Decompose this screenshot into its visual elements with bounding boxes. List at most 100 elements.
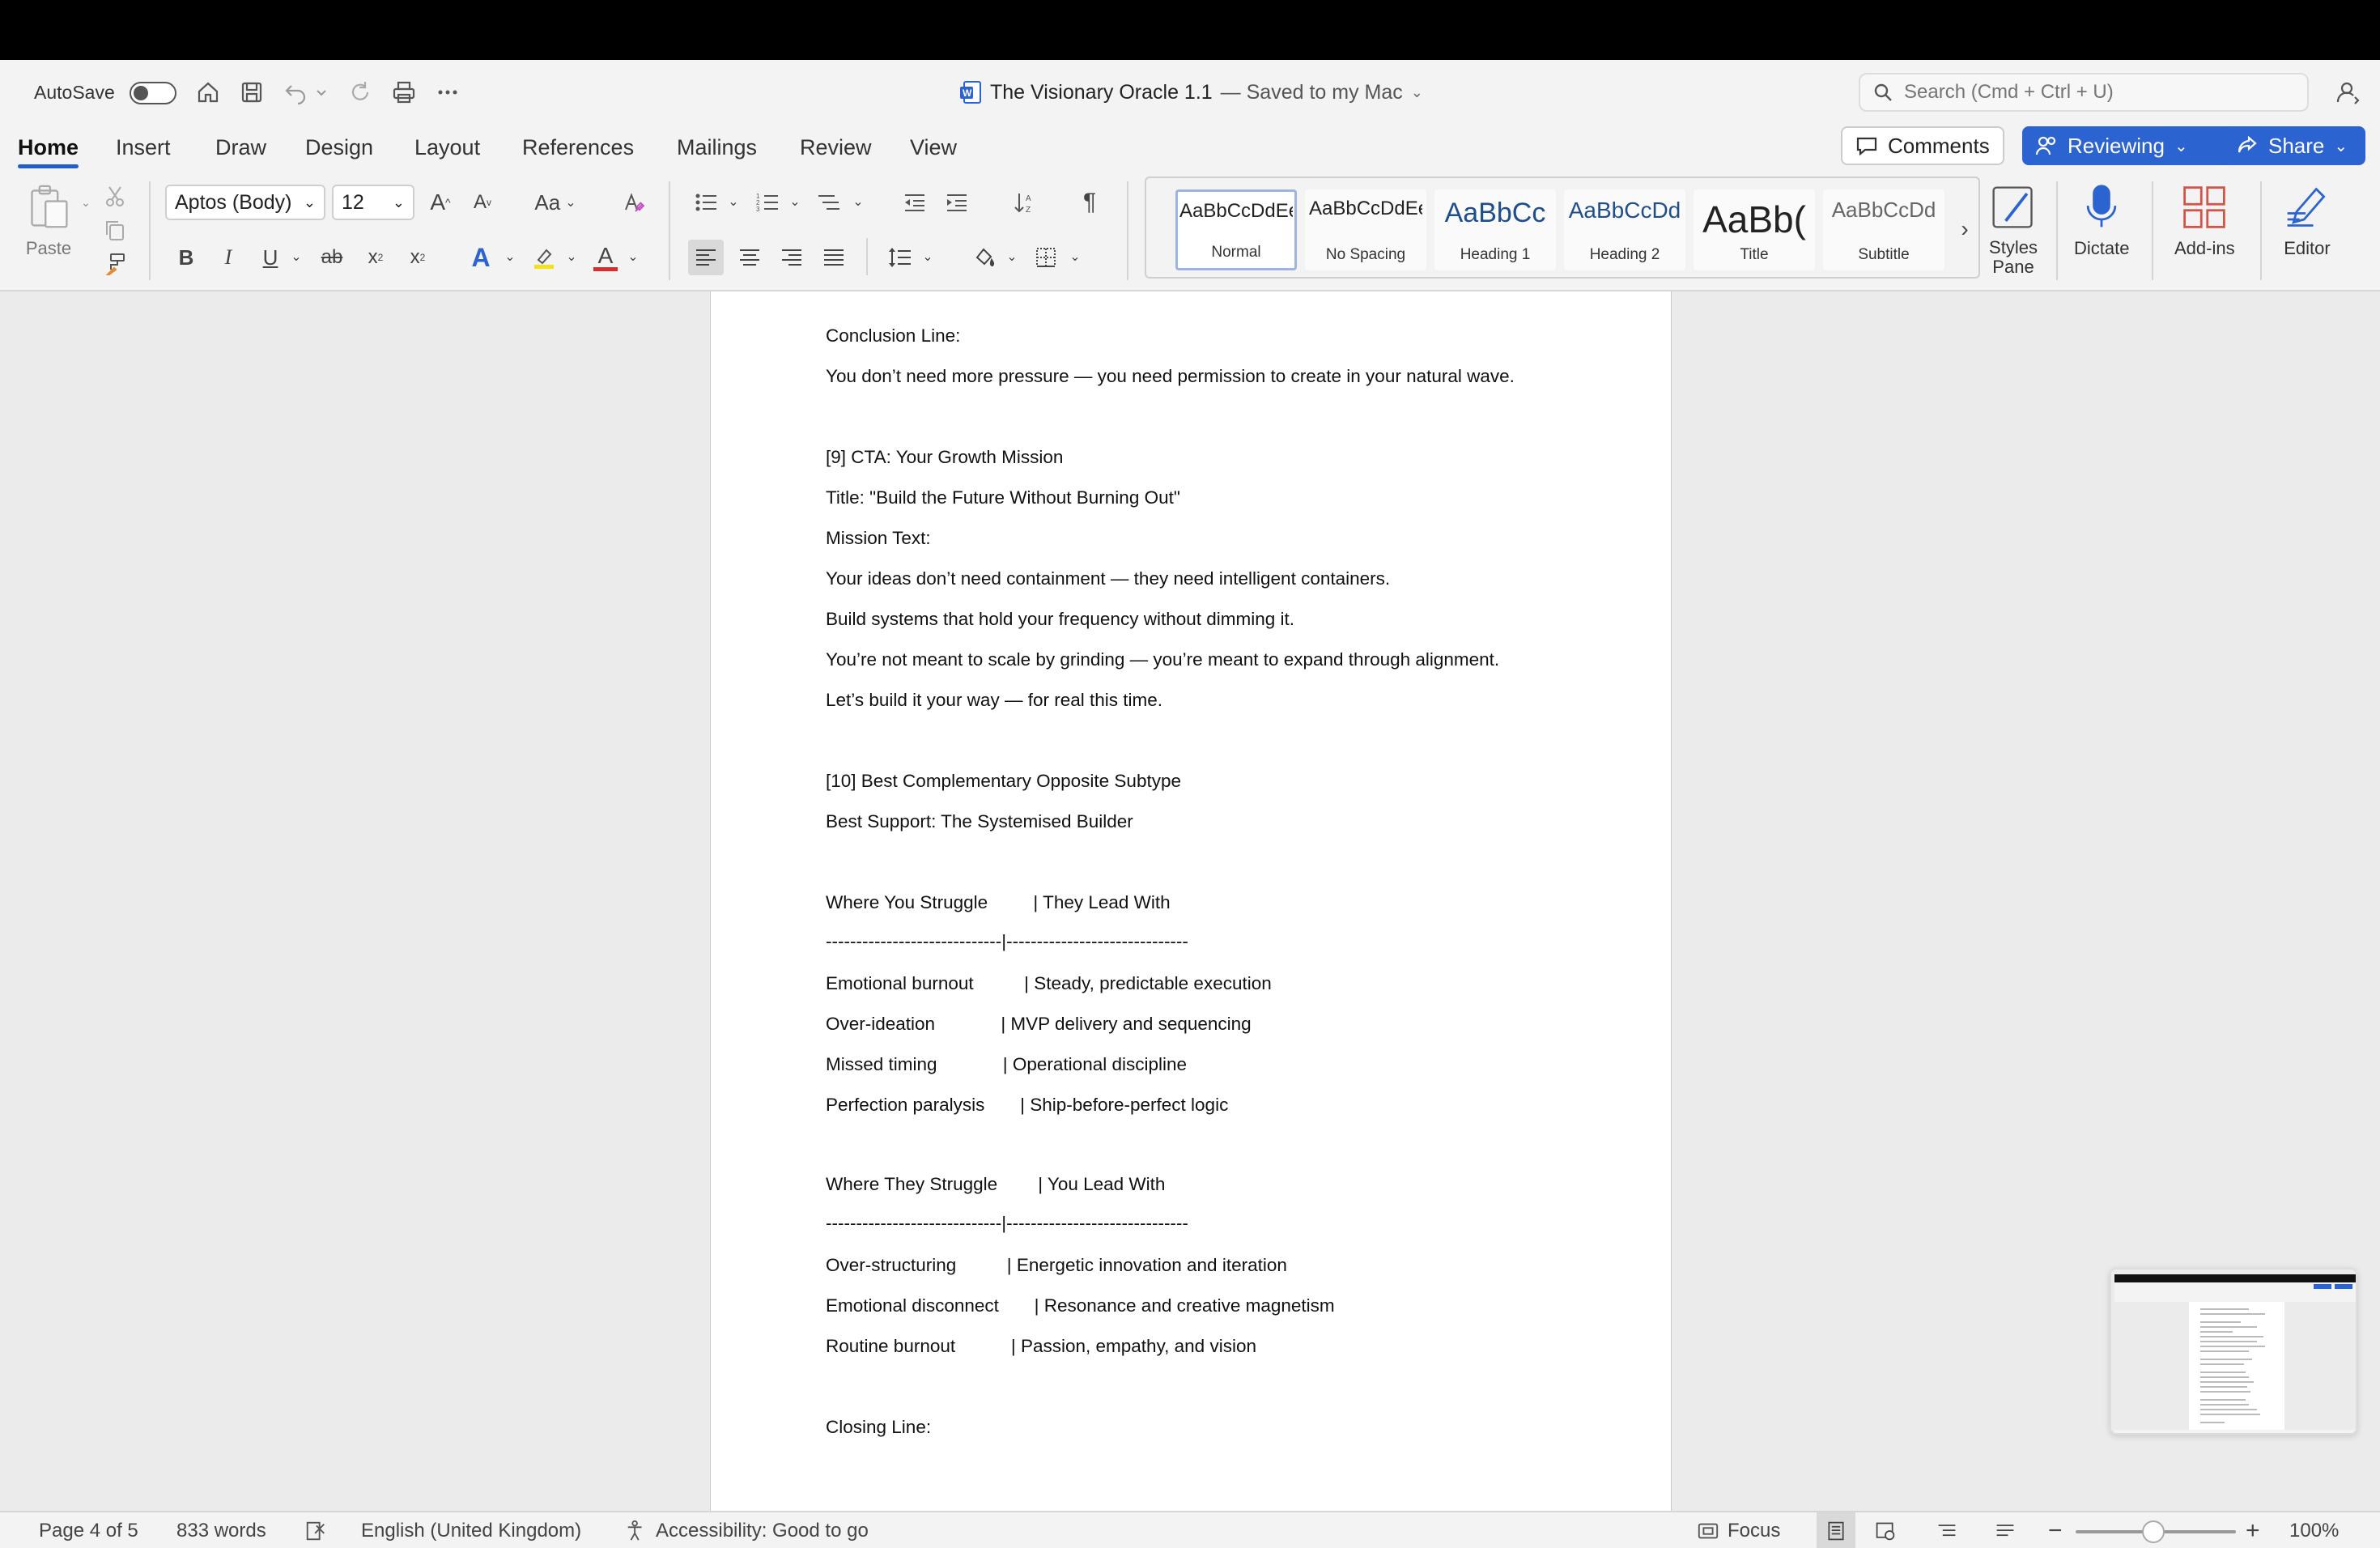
- numbering-icon[interactable]: 123: [751, 185, 784, 220]
- document-line[interactable]: Emotional disconnect | Resonance and cre…: [826, 1295, 1335, 1316]
- document-line[interactable]: -----------------------------|----------…: [826, 931, 1188, 952]
- align-left-button[interactable]: [688, 240, 724, 275]
- document-canvas[interactable]: Conclusion Line: You don’t need more pre…: [0, 291, 2380, 1511]
- bullets-icon[interactable]: [690, 185, 722, 220]
- search-box[interactable]: [1859, 73, 2309, 112]
- document-line[interactable]: Where They Struggle | You Lead With: [826, 1174, 1165, 1195]
- show-formatting-marks-icon[interactable]: ¶: [1072, 185, 1107, 220]
- format-painter-icon[interactable]: [100, 249, 130, 279]
- tab-review[interactable]: Review: [800, 125, 872, 170]
- text-effects-dropdown-icon[interactable]: ⌄: [502, 245, 518, 269]
- undo-dropdown-icon[interactable]: [312, 60, 330, 125]
- grow-font-icon[interactable]: A ^: [424, 185, 457, 220]
- zoom-out-button[interactable]: −: [2048, 1512, 2063, 1548]
- print-icon[interactable]: [387, 60, 421, 125]
- document-line[interactable]: [9] CTA: Your Growth Mission: [826, 447, 1063, 468]
- line-spacing-icon[interactable]: [882, 240, 918, 275]
- shrink-font-icon[interactable]: Av: [466, 185, 499, 220]
- tab-design[interactable]: Design: [305, 125, 373, 170]
- text-effects-icon[interactable]: A: [463, 240, 499, 275]
- dictate-button[interactable]: Dictate: [2074, 181, 2129, 259]
- document-line[interactable]: Routine burnout | Passion, empathy, and …: [826, 1336, 1256, 1357]
- screenshot-thumbnail[interactable]: [2110, 1268, 2357, 1435]
- document-line[interactable]: Perfection paralysis | Ship-before-perfe…: [826, 1095, 1228, 1116]
- zoom-level[interactable]: 100%: [2289, 1512, 2339, 1548]
- highlight-dropdown-icon[interactable]: ⌄: [563, 245, 580, 269]
- font-color-dropdown-icon[interactable]: ⌄: [625, 245, 641, 269]
- underline-dropdown-icon[interactable]: ⌄: [288, 245, 304, 269]
- redo-icon[interactable]: [343, 60, 377, 125]
- document-line[interactable]: You’re not meant to scale by grinding — …: [826, 649, 1499, 670]
- numbering-dropdown-icon[interactable]: ⌄: [787, 189, 803, 214]
- autosave-toggle[interactable]: [130, 82, 176, 104]
- document-line[interactable]: Title: "Build the Future Without Burning…: [826, 487, 1180, 508]
- shading-dropdown-icon[interactable]: ⌄: [1004, 245, 1020, 269]
- search-input[interactable]: [1904, 81, 2284, 104]
- style-heading-1[interactable]: AaBbCc Heading 1: [1434, 189, 1556, 270]
- language-indicator[interactable]: English (United Kingdom): [361, 1512, 581, 1548]
- web-layout-view-icon[interactable]: [1875, 1512, 1896, 1548]
- document-line[interactable]: Best Support: The Systemised Builder: [826, 811, 1133, 832]
- sort-icon[interactable]: AZ: [1007, 185, 1043, 220]
- decrease-indent-icon[interactable]: [899, 185, 931, 220]
- subscript-button[interactable]: x2: [359, 240, 392, 275]
- clear-formatting-icon[interactable]: [615, 185, 651, 220]
- more-options-icon[interactable]: [431, 60, 465, 125]
- document-line[interactable]: Over-ideation | MVP delivery and sequenc…: [826, 1014, 1252, 1035]
- document-line[interactable]: Over-structuring | Energetic innovation …: [826, 1255, 1287, 1276]
- draft-view-icon[interactable]: [1995, 1512, 2016, 1548]
- font-name-dropdown[interactable]: Aptos (Body) ⌄: [165, 185, 325, 220]
- borders-dropdown-icon[interactable]: ⌄: [1067, 245, 1083, 269]
- document-line[interactable]: You don’t need more pressure — you need …: [826, 366, 1515, 387]
- undo-icon[interactable]: [278, 60, 312, 125]
- paste-button[interactable]: Paste: [23, 181, 74, 259]
- styles-gallery-next-icon[interactable]: ›: [1953, 209, 1977, 249]
- copy-icon[interactable]: [100, 215, 130, 245]
- document-title[interactable]: W The Visionary Oracle 1.1 — Saved to my…: [959, 60, 1423, 125]
- strikethrough-button[interactable]: ab: [314, 240, 350, 275]
- comments-button[interactable]: Comments: [1841, 126, 2004, 165]
- document-line[interactable]: [10] Best Complementary Opposite Subtype: [826, 771, 1181, 792]
- style-title[interactable]: AaBb( Title: [1694, 189, 1815, 270]
- multilevel-dropdown-icon[interactable]: ⌄: [850, 189, 866, 214]
- justify-button[interactable]: [816, 240, 852, 275]
- cut-icon[interactable]: [100, 181, 130, 211]
- document-line[interactable]: -----------------------------|----------…: [826, 1213, 1188, 1234]
- document-line[interactable]: Where You Struggle | They Lead With: [826, 892, 1171, 913]
- underline-button[interactable]: U: [254, 240, 287, 275]
- tab-mailings[interactable]: Mailings: [677, 125, 757, 170]
- bold-button[interactable]: B: [170, 240, 202, 275]
- home-icon[interactable]: [191, 60, 225, 125]
- document-line[interactable]: Build systems that hold your frequency w…: [826, 609, 1294, 630]
- align-right-button[interactable]: [774, 240, 810, 275]
- save-icon[interactable]: [235, 60, 269, 125]
- print-layout-view-icon[interactable]: [1817, 1512, 1855, 1548]
- accessibility-checker[interactable]: Accessibility: Good to go: [625, 1512, 869, 1548]
- zoom-slider-thumb[interactable]: [2142, 1520, 2165, 1543]
- align-center-button[interactable]: [732, 240, 767, 275]
- tab-insert[interactable]: Insert: [116, 125, 171, 170]
- proofing-icon[interactable]: [304, 1512, 327, 1548]
- tab-view[interactable]: View: [910, 125, 957, 170]
- editor-button[interactable]: Editor: [2281, 181, 2333, 259]
- highlight-icon[interactable]: [526, 240, 562, 275]
- account-icon[interactable]: [2331, 60, 2365, 125]
- italic-button[interactable]: I: [212, 240, 244, 275]
- zoom-in-button[interactable]: +: [2246, 1512, 2260, 1548]
- add-ins-button[interactable]: Add-ins: [2174, 181, 2235, 259]
- document-line[interactable]: Conclusion Line:: [826, 325, 960, 347]
- style-heading-2[interactable]: AaBbCcDd Heading 2: [1564, 189, 1685, 270]
- superscript-button[interactable]: x2: [402, 240, 434, 275]
- document-line[interactable]: Let’s build it your way — for real this …: [826, 690, 1162, 711]
- document-line[interactable]: Mission Text:: [826, 528, 931, 549]
- line-spacing-dropdown-icon[interactable]: ⌄: [920, 245, 936, 269]
- style-normal[interactable]: AaBbCcDdEe Normal: [1175, 189, 1297, 270]
- style-no-spacing[interactable]: AaBbCcDdEe No Spacing: [1305, 189, 1426, 270]
- tab-layout[interactable]: Layout: [414, 125, 480, 170]
- paste-dropdown-icon[interactable]: ⌄: [78, 194, 94, 211]
- document-line[interactable]: Emotional burnout | Steady, predictable …: [826, 973, 1272, 994]
- tab-references[interactable]: References: [522, 125, 634, 170]
- page-indicator[interactable]: Page 4 of 5: [39, 1512, 138, 1548]
- change-case-button[interactable]: Aa ⌄: [531, 185, 580, 220]
- word-count[interactable]: 833 words: [176, 1512, 266, 1548]
